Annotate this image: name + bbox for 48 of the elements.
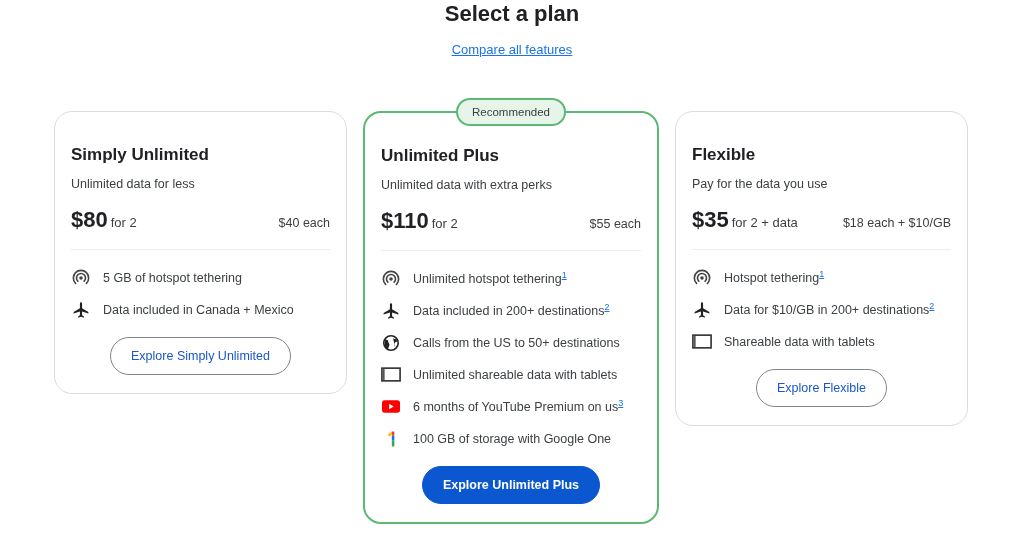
tablet-icon xyxy=(381,366,401,383)
feature-text: 100 GB of storage with Google One xyxy=(413,431,612,446)
explore-button[interactable]: Explore Simply Unlimited xyxy=(110,337,291,375)
page-title: Select a plan xyxy=(444,2,580,26)
tablet-icon xyxy=(692,333,712,350)
number-one-icon xyxy=(386,429,396,448)
globe-icon xyxy=(382,333,400,352)
footnote-link[interactable]: 1 xyxy=(819,269,825,280)
plan-tagline: Unlimited data for less xyxy=(71,177,196,191)
feature-text: Calls from the US to 50+ destinations xyxy=(413,335,620,350)
price-note: for 2 xyxy=(431,216,458,231)
feature-text: 5 GB of hotspot tethering xyxy=(103,270,242,285)
per-line-price: $55 each xyxy=(589,217,641,231)
feature-text: Hotspot tethering$^{1}$ xyxy=(724,269,825,286)
plan-name: Simply Unlimited xyxy=(71,145,210,165)
feature-text: Data included in 200+ destinations$^{2}$ xyxy=(413,302,610,319)
footnote-link[interactable]: 3 xyxy=(618,398,624,409)
plan-tagline: Unlimited data with extra perks xyxy=(381,178,553,192)
per-line-price: $18 each + $10/GB xyxy=(842,216,951,230)
plan-price: $80 xyxy=(71,207,108,232)
airplane-icon xyxy=(382,301,400,320)
feature-text: Unlimited hotspot tethering$^{1}$ xyxy=(413,270,567,287)
hotspot-icon xyxy=(382,269,400,288)
airplane-icon xyxy=(693,300,711,319)
plan-name: Unlimited Plus xyxy=(381,146,501,166)
plan-price: $35 xyxy=(692,207,729,232)
airplane-icon xyxy=(72,300,90,319)
hotspot-icon xyxy=(693,268,711,287)
feature-text: Unlimited shareable data with tablets xyxy=(413,367,618,382)
recommended-badge: Recommended xyxy=(456,98,566,126)
footnote-link[interactable]: 2 xyxy=(604,302,610,313)
footnote-link[interactable]: 1 xyxy=(561,270,567,281)
explore-button[interactable]: Explore Flexible xyxy=(756,369,887,407)
price-note: for 2 + data xyxy=(731,215,798,230)
footnote-link[interactable]: 2 xyxy=(929,301,935,312)
plan-tagline: Pay for the data you use xyxy=(692,177,829,191)
hotspot-icon xyxy=(72,268,90,287)
feature-text: Data included in Canada + Mexico xyxy=(103,302,294,317)
explore-button[interactable]: Explore Unlimited Plus xyxy=(421,466,601,504)
plan-name: Flexible xyxy=(692,145,757,165)
feature-text: 6 months of YouTube Premium on us$^{3}$ xyxy=(413,398,624,415)
compare-link[interactable]: Compare all features xyxy=(451,42,573,57)
per-line-price: $40 each xyxy=(278,216,330,230)
feature-text: Shareable data with tablets xyxy=(724,334,875,349)
feature-text: Data for $10/GB in 200+ destinations$^{2}$ xyxy=(724,301,935,318)
plan-price: $110 xyxy=(381,208,429,233)
play-icon xyxy=(382,400,400,413)
price-note: for 2 xyxy=(110,215,137,230)
